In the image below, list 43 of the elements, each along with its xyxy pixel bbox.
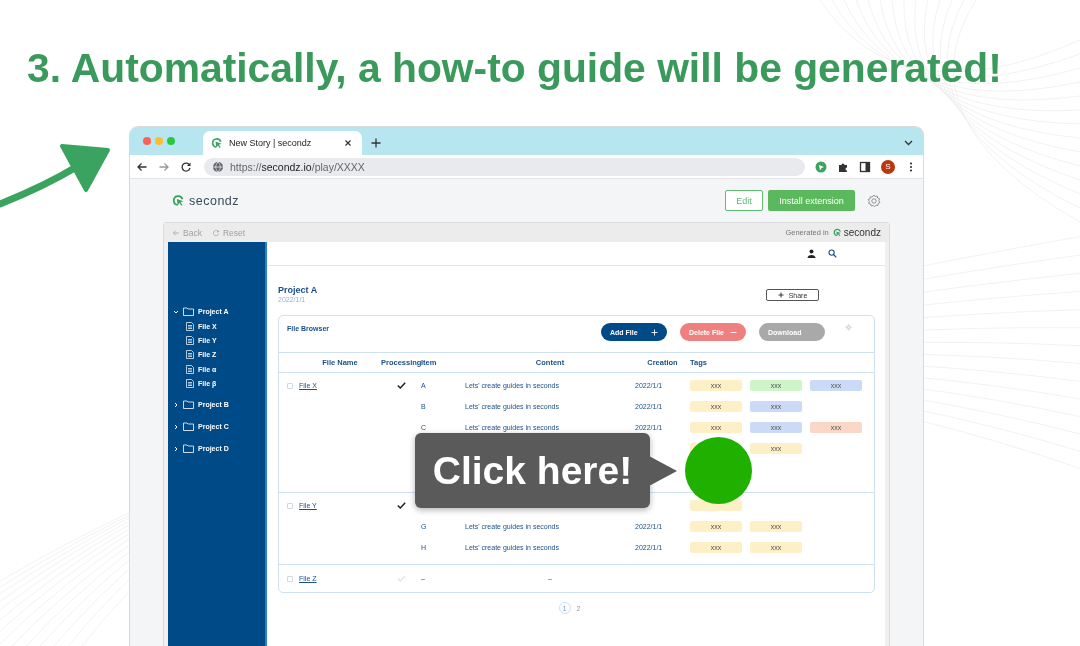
callout-pointer xyxy=(649,456,677,486)
chevron-right-icon[interactable] xyxy=(173,446,179,452)
address-bar[interactable]: https://secondz.io/play/XXXX xyxy=(204,157,805,176)
slide-heading: 3. Automatically, a how-to guide will be generated! xyxy=(27,48,1002,88)
folder-icon xyxy=(183,422,194,432)
logo-icon xyxy=(832,228,842,237)
profile-avatar[interactable]: S xyxy=(881,159,895,174)
logo-icon xyxy=(172,194,185,207)
chevron-down-icon[interactable] xyxy=(904,140,913,146)
document-icon xyxy=(186,350,194,360)
url-text: https://secondz.io/play/XXXX xyxy=(230,160,365,173)
chevron-right-icon[interactable] xyxy=(173,424,179,430)
callout-tooltip: Click here! xyxy=(415,433,650,508)
reload-icon xyxy=(211,228,220,237)
row-checkbox[interactable] xyxy=(287,382,293,389)
folder-icon xyxy=(183,307,194,316)
document-icon xyxy=(186,335,194,345)
side-panel-icon[interactable] xyxy=(859,160,871,173)
browser-tab[interactable]: New Story | secondz xyxy=(203,131,362,155)
logo-icon xyxy=(211,137,223,149)
new-tab-icon[interactable] xyxy=(370,137,382,149)
back-icon xyxy=(172,228,180,237)
reload-icon[interactable] xyxy=(180,160,192,173)
extension-icon[interactable] xyxy=(815,160,827,173)
row-checkbox[interactable] xyxy=(287,502,293,509)
chevron-down-icon[interactable] xyxy=(173,308,179,315)
forward-icon[interactable] xyxy=(158,160,170,173)
user-icon[interactable] xyxy=(807,249,816,258)
row-checkbox[interactable] xyxy=(287,575,293,582)
logo-text: secondz xyxy=(189,193,240,208)
chevron-right-icon[interactable] xyxy=(173,402,179,408)
folder-icon xyxy=(183,444,194,454)
search-icon[interactable] xyxy=(828,249,837,258)
document-icon xyxy=(186,321,194,331)
document-icon xyxy=(186,378,194,388)
back-icon[interactable] xyxy=(136,160,148,173)
project-title: Project A xyxy=(278,285,318,295)
logo-text: secondz xyxy=(843,227,881,238)
globe-icon xyxy=(212,160,224,173)
folder-icon xyxy=(183,400,194,410)
document-icon xyxy=(186,364,194,374)
plus-icon xyxy=(777,292,784,298)
plus-icon xyxy=(651,328,658,336)
